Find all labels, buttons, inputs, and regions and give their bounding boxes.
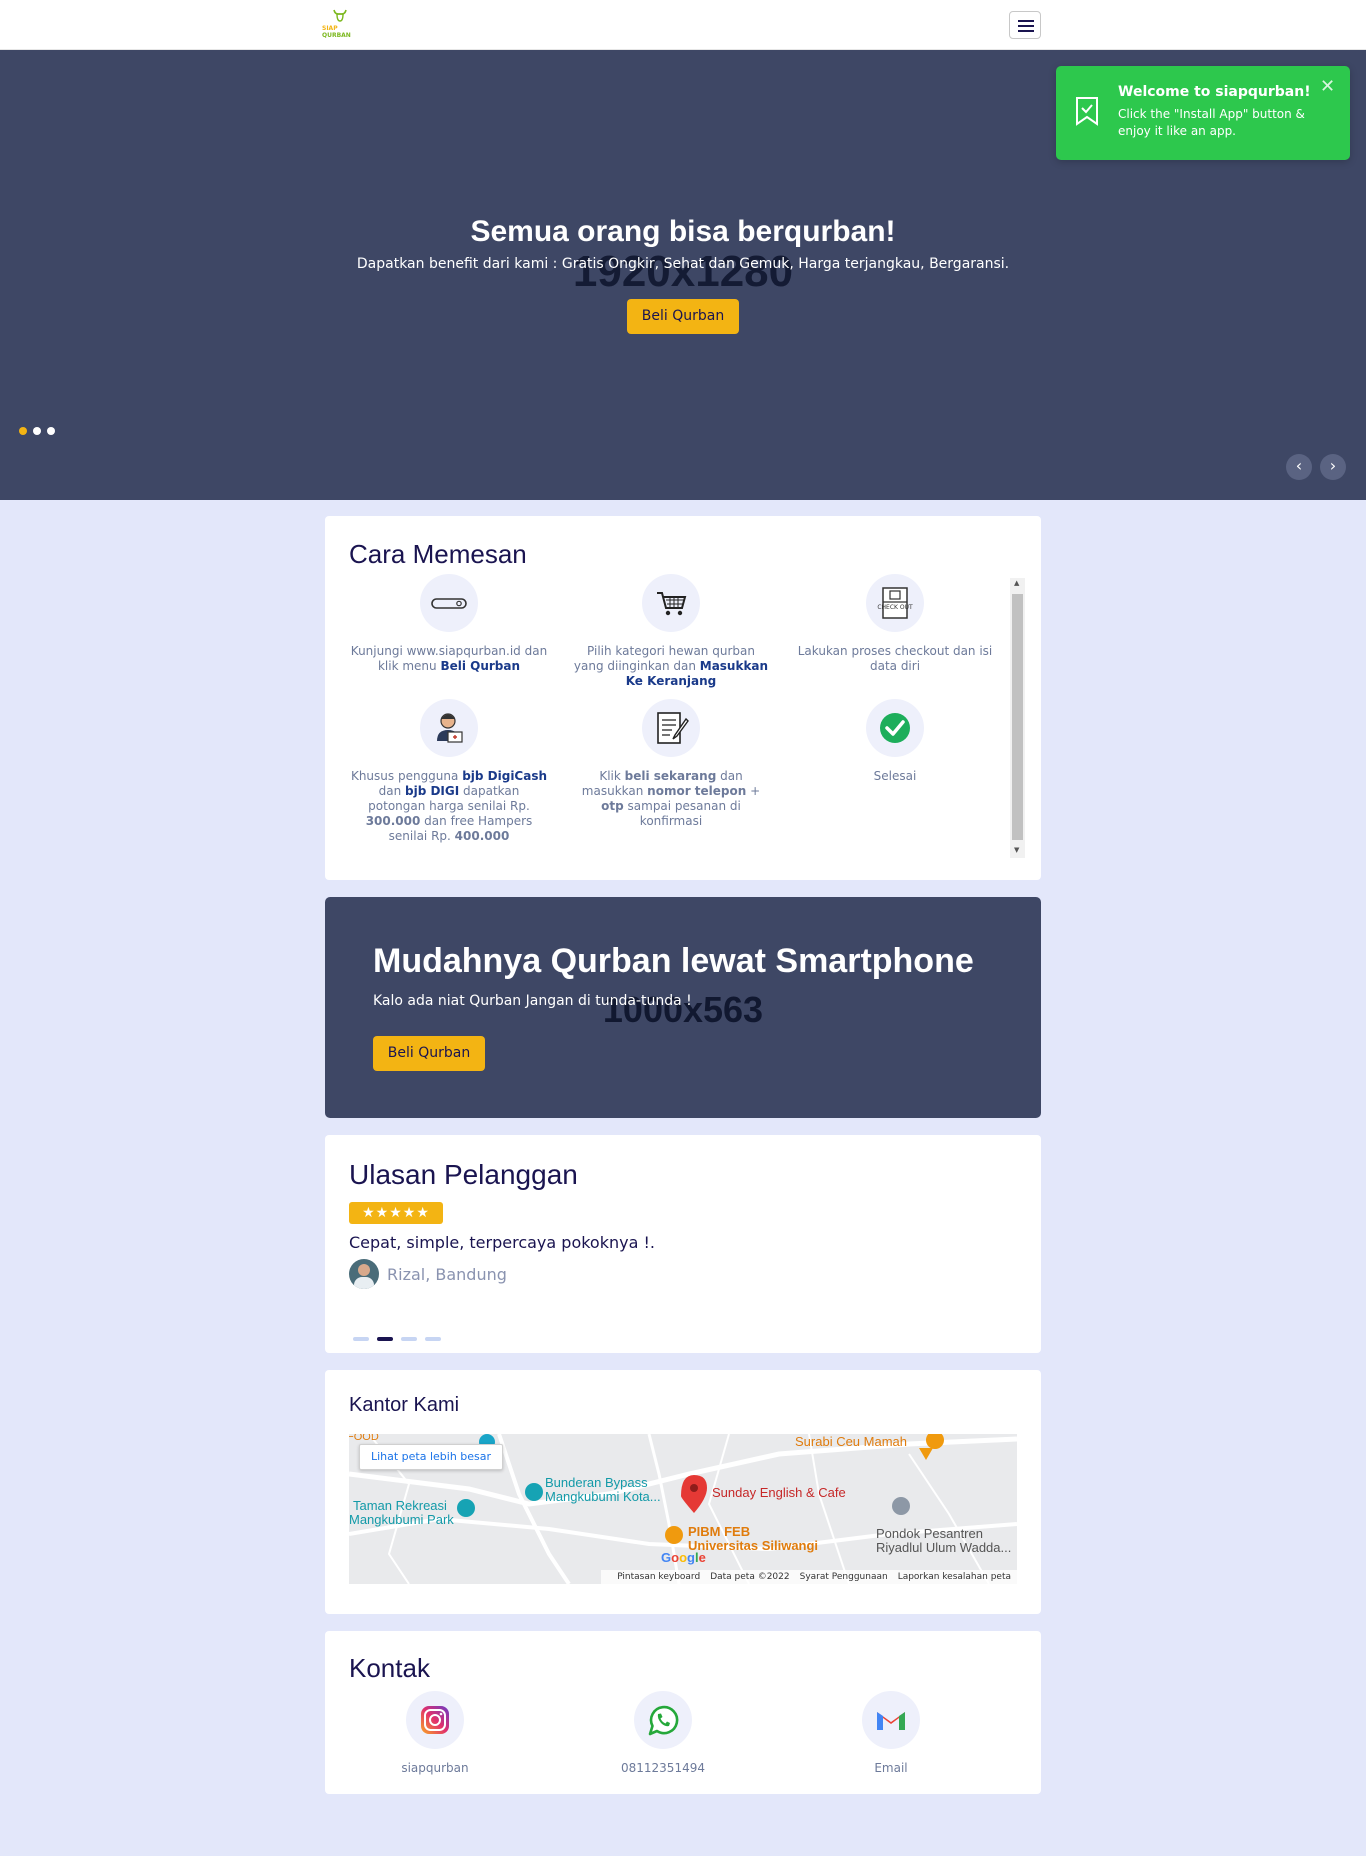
map-label-pibm: PIBM FEB	[688, 1524, 751, 1539]
gmail-icon	[862, 1691, 920, 1749]
map-footer: Pintasan keyboard Data peta ©2022 Syarat P…	[601, 1570, 1017, 1584]
map-label-taman-2: Mangkubumi Park	[349, 1512, 454, 1527]
menu-toggle-button[interactable]	[1009, 11, 1041, 39]
order-steps-card: Cara Memesan Kunjungi www.siapqurban.id …	[325, 516, 1041, 880]
hamburger-line	[1018, 30, 1034, 32]
search-bar-icon	[420, 574, 478, 632]
person-laptop-icon	[420, 699, 478, 757]
office-title: Kantor Kami	[349, 1394, 460, 1416]
step-text: Klik beli sekarang dan masukkan nomor te…	[581, 769, 761, 828]
checkout-box-icon: CHECK OUT	[866, 574, 924, 632]
carousel-dot[interactable]	[33, 427, 41, 435]
map-data-credit: Data peta ©2022	[710, 1572, 790, 1582]
map-label-pondok: Pondok Pesantren	[876, 1526, 983, 1541]
toast-title: Welcome to siapqurban!	[1118, 84, 1311, 100]
map-label-bunderan-2: Mangkubumi Kota...	[545, 1489, 661, 1504]
star-rating-badge: ★★★★★	[349, 1202, 443, 1224]
step-text: Selesai	[873, 769, 917, 783]
contact-instagram[interactable]: siapqurban	[375, 1691, 495, 1775]
reviewer-avatar	[349, 1259, 379, 1289]
order-step: Pilih kategori hewan qurban yang diingin…	[571, 574, 771, 689]
hamburger-line	[1018, 20, 1034, 22]
hero-buy-button[interactable]: Beli Qurban	[627, 299, 739, 334]
promo-subtitle: Kalo ada niat Qurban Jangan di tunda-tun…	[373, 993, 692, 1009]
hero-subtitle: Dapatkan benefit dari kami : Gratis Ongk…	[356, 256, 1010, 272]
carousel-next-button[interactable]: ›	[1320, 454, 1346, 480]
review-dot[interactable]	[425, 1337, 441, 1341]
map-label-pondok-2: Riyadlul Ulum Wadda...	[876, 1540, 1012, 1555]
bookmark-check-icon	[1076, 97, 1098, 126]
order-step: Kunjungi www.siapqurban.id dan klik menu…	[349, 574, 549, 674]
view-larger-map-link[interactable]: Lihat peta lebih besar	[359, 1444, 503, 1470]
reviews-card: Ulasan Pelanggan ★★★★★ Cepat, simple, te…	[325, 1135, 1041, 1353]
map-label-taman: Taman Rekreasi	[353, 1498, 447, 1513]
promo-buy-button[interactable]: Beli Qurban	[373, 1036, 485, 1071]
checkout-box-label: CHECK OUT	[877, 604, 913, 611]
map-report-error-link[interactable]: Laporkan kesalahan peta	[898, 1572, 1011, 1582]
email-label: Email	[874, 1761, 908, 1775]
steps-scrollbar[interactable]: ▲ ▼	[1010, 578, 1025, 858]
reviews-title: Ulasan Pelanggan	[349, 1159, 578, 1190]
cart-icon	[642, 574, 700, 632]
google-logo: Google	[661, 1550, 706, 1565]
instagram-handle: siapqurban	[401, 1761, 469, 1775]
map-label-bunderan: Bunderan Bypass	[545, 1475, 648, 1490]
bull-head-icon	[333, 9, 347, 22]
review-carousel-indicators	[353, 1326, 449, 1345]
review-dot[interactable]	[401, 1337, 417, 1341]
review-dot[interactable]	[377, 1337, 393, 1341]
toast-close-button[interactable]: ✕	[1320, 76, 1335, 97]
office-map[interactable]: Lihat peta lebih besar FOOD Surabi Ceu M…	[349, 1434, 1017, 1584]
logo-text-qurban: QURBAN	[322, 32, 351, 39]
order-steps-list: Kunjungi www.siapqurban.id dan klik menu…	[349, 574, 1019, 854]
contact-whatsapp[interactable]: 08112351494	[603, 1691, 723, 1775]
step-text: Pilih kategori hewan qurban yang diingin…	[573, 644, 769, 688]
map-label-sunday: Sunday English & Cafe	[712, 1485, 846, 1500]
logo-text-siap: SIAP	[322, 25, 338, 32]
step-text: Lakukan proses checkout dan isi data dir…	[797, 644, 993, 673]
contact-title: Kontak	[349, 1653, 430, 1683]
review-dot[interactable]	[353, 1337, 369, 1341]
check-circle-icon	[866, 699, 924, 757]
instagram-icon	[406, 1691, 464, 1749]
order-step: Klik beli sekarang dan masukkan nomor te…	[571, 699, 771, 829]
carousel-indicators	[19, 420, 61, 439]
map-label-surabi: Surabi Ceu Mamah	[795, 1434, 907, 1449]
welcome-toast: Welcome to siapqurban! Click the "Instal…	[1056, 66, 1350, 160]
map-terms-link[interactable]: Syarat Penggunaan	[800, 1572, 888, 1582]
carousel-prev-button[interactable]: ‹	[1286, 454, 1312, 480]
order-step: Khusus pengguna bjb DigiCash dan bjb DIG…	[349, 699, 549, 844]
navbar: SIAP QURBAN	[0, 0, 1366, 50]
reviewer-name: Rizal, Bandung	[387, 1265, 507, 1284]
document-pen-icon	[642, 699, 700, 757]
order-step: CHECK OUT Lakukan proses checkout dan is…	[795, 574, 995, 674]
promo-banner: 1000x563 Mudahnya Qurban lewat Smartphon…	[325, 897, 1041, 1118]
toast-message: Click the "Install App" button & enjoy i…	[1118, 107, 1305, 138]
scroll-down-arrow-icon[interactable]: ▼	[1014, 846, 1019, 854]
office-card: Kantor Kami Lihat peta lebih besar FOOD …	[325, 1370, 1041, 1614]
contact-card: Kontak siapqurban 08112351494 Email	[325, 1631, 1041, 1794]
whatsapp-number: 08112351494	[621, 1761, 705, 1775]
whatsapp-icon	[634, 1691, 692, 1749]
carousel-dot[interactable]	[19, 427, 27, 435]
map-keyboard-shortcuts-link[interactable]: Pintasan keyboard	[617, 1572, 700, 1582]
map-label-pibm-2: Universitas Siliwangi	[688, 1538, 819, 1553]
scroll-up-arrow-icon[interactable]: ▲	[1014, 579, 1019, 587]
carousel-dot[interactable]	[47, 427, 55, 435]
review-text: Cepat, simple, terpercaya pokoknya !.	[349, 1233, 655, 1252]
hero-title: Semua orang bisa berqurban!	[470, 215, 896, 248]
step-text: Kunjungi www.siapqurban.id dan klik menu…	[350, 644, 548, 673]
hamburger-line	[1018, 25, 1034, 27]
promo-title: Mudahnya Qurban lewat Smartphone	[373, 942, 974, 980]
order-step: Selesai	[795, 699, 995, 784]
order-steps-title: Cara Memesan	[349, 539, 527, 569]
map-label-food: FOOD	[349, 1434, 379, 1443]
step-text: Khusus pengguna bjb DigiCash dan bjb DIG…	[350, 769, 548, 843]
map-pin-icon	[681, 1475, 707, 1513]
contact-email[interactable]: Email	[831, 1691, 951, 1775]
brand-logo[interactable]: SIAP QURBAN	[322, 9, 356, 41]
scrollbar-thumb[interactable]	[1012, 594, 1023, 840]
